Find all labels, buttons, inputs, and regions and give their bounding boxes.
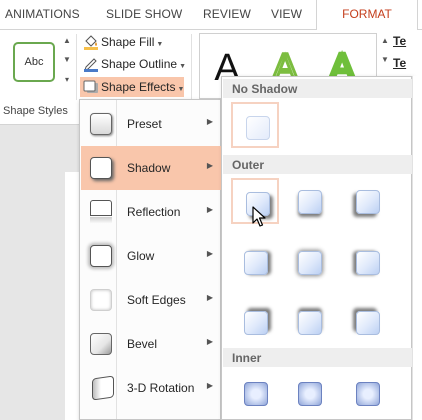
shape-effects-button[interactable]: Shape Effects ▼ — [80, 77, 184, 97]
shadow-gallery: No Shadow Outer Inner — [221, 76, 412, 420]
submenu-arrow-icon: ▶ — [206, 293, 213, 302]
shadow-option-outer[interactable] — [231, 239, 279, 285]
shape-outline-button[interactable]: Shape Outline ▼ — [80, 54, 186, 74]
shape-effects-icon — [83, 80, 98, 93]
menu-item-label: Shadow — [127, 161, 171, 175]
gallery-more-icon[interactable]: ▾ — [61, 73, 73, 87]
shape-effects-menu: Preset ▶ Shadow ▶ Reflection ▶ Glow ▶ So… — [79, 99, 221, 420]
tab-slide-show[interactable]: SLIDE SHOW — [106, 7, 182, 21]
wordart-scroll-down-icon[interactable]: ▼ — [379, 53, 391, 67]
divider — [76, 34, 77, 100]
group-label-shape-styles: Shape Styles — [3, 105, 68, 117]
gallery-header-no-shadow: No Shadow — [223, 79, 412, 98]
shadow-option-outer[interactable] — [343, 299, 391, 345]
gallery-header-inner: Inner — [223, 348, 412, 367]
menu-item-label: Bevel — [127, 337, 158, 351]
submenu-arrow-icon: ▶ — [206, 161, 213, 170]
menu-item-bevel[interactable]: Bevel ▶ — [81, 322, 221, 366]
dropdown-arrow-icon: ▼ — [177, 86, 185, 93]
shadow-option-outer[interactable] — [343, 178, 391, 224]
gallery-scroll-up-icon[interactable]: ▲ — [61, 34, 73, 48]
shadow-option-outer[interactable] — [231, 299, 279, 345]
3d-rotation-icon — [89, 375, 114, 401]
menu-item-soft-edges[interactable]: Soft Edges ▶ — [81, 278, 221, 322]
paint-bucket-icon — [84, 35, 98, 50]
tab-format[interactable]: FORMAT — [316, 0, 418, 30]
shadow-option-outer[interactable] — [285, 239, 333, 285]
menu-item-3d-rotation[interactable]: 3-D Rotation ▶ — [81, 366, 221, 410]
shadow-option-outer[interactable] — [285, 299, 333, 345]
menu-item-shadow[interactable]: Shadow ▶ — [81, 146, 221, 190]
soft-edges-icon — [89, 288, 113, 312]
bevel-icon — [89, 332, 113, 356]
shadow-option-outer[interactable] — [285, 178, 333, 224]
menu-item-glow[interactable]: Glow ▶ — [81, 234, 221, 278]
menu-item-label: 3-D Rotation — [127, 381, 195, 395]
shape-fill-button[interactable]: Shape Fill ▼ — [80, 32, 184, 52]
glow-icon — [89, 244, 113, 268]
menu-item-label: Reflection — [127, 205, 181, 219]
shape-style-sample[interactable]: Abc — [13, 42, 55, 82]
submenu-arrow-icon: ▶ — [206, 381, 213, 390]
menu-item-preset[interactable]: Preset ▶ — [81, 102, 221, 146]
text-outline-button[interactable]: Te — [393, 56, 406, 70]
submenu-arrow-icon: ▶ — [206, 337, 213, 346]
menu-item-reflection[interactable]: Reflection ▶ — [81, 190, 221, 234]
reflection-icon — [89, 200, 113, 224]
dropdown-arrow-icon: ▼ — [156, 41, 164, 48]
menu-item-label: Glow — [127, 249, 155, 263]
tab-review[interactable]: REVIEW — [203, 7, 251, 21]
wordart-scroll-up-icon[interactable]: ▲ — [379, 34, 391, 48]
dropdown-arrow-icon: ▼ — [179, 63, 186, 70]
tab-view[interactable]: VIEW — [271, 7, 302, 21]
submenu-arrow-icon: ▶ — [206, 117, 213, 126]
text-fill-button[interactable]: Te — [393, 34, 406, 48]
submenu-arrow-icon: ▶ — [206, 249, 213, 258]
gallery-scroll-down-icon[interactable]: ▼ — [61, 53, 73, 67]
shadow-option-inner[interactable] — [343, 370, 391, 416]
pen-outline-icon — [84, 58, 98, 72]
tab-animations[interactable]: ANIMATIONS — [5, 7, 80, 21]
gallery-scroll-strip[interactable] — [412, 76, 422, 420]
gallery-header-outer: Outer — [223, 155, 412, 174]
submenu-arrow-icon: ▶ — [206, 205, 213, 214]
menu-item-label: Soft Edges — [127, 293, 186, 307]
menu-item-label: Preset — [127, 117, 162, 131]
preset-icon — [89, 112, 113, 136]
shadow-option-inner[interactable] — [285, 370, 333, 416]
shape-effects-label: Shape Effects — [101, 80, 176, 94]
shadow-option-none[interactable] — [231, 102, 279, 148]
shape-fill-label: Shape Fill — [101, 35, 155, 49]
shadow-icon — [89, 156, 113, 180]
shadow-option-inner[interactable] — [231, 370, 279, 416]
mouse-cursor-icon — [252, 206, 266, 227]
shape-outline-label: Shape Outline — [101, 57, 178, 71]
shadow-option-outer[interactable] — [343, 239, 391, 285]
ribbon-tab-bar: ANIMATIONS SLIDE SHOW REVIEW VIEW FORMAT — [0, 0, 422, 30]
